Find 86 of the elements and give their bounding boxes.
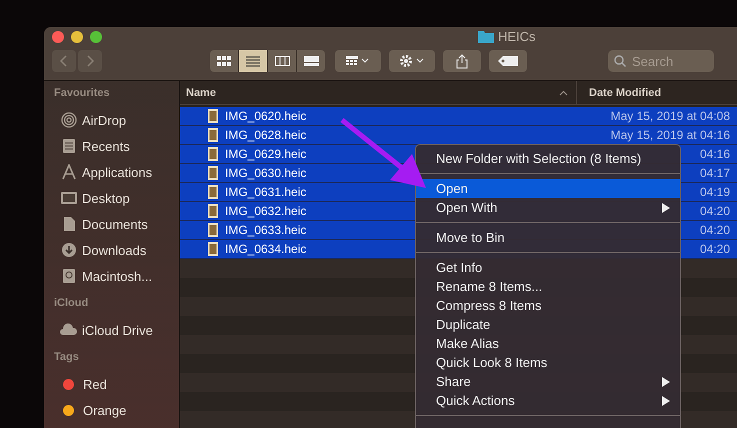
file-name: IMG_0630.heic	[225, 166, 306, 180]
minimize-button[interactable]	[71, 31, 83, 43]
menu-item[interactable]: Quick Actions	[416, 391, 680, 410]
image-file-icon	[208, 223, 218, 237]
date-cell: 04:20	[700, 204, 730, 218]
list-icon	[246, 56, 260, 66]
forward-button[interactable]	[78, 50, 102, 72]
list-view-button[interactable]	[239, 50, 267, 72]
sidebar-item[interactable]: Desktop	[60, 185, 179, 211]
date-cell: May 15, 2019 at 04:16	[610, 128, 730, 142]
zoom-button[interactable]	[90, 31, 102, 43]
search-field[interactable]: Search	[608, 50, 714, 72]
grid-icon	[217, 56, 231, 66]
file-row[interactable]: IMG_0620.heic May 15, 2019 at 04:08	[180, 107, 737, 126]
sidebar-heading: Favourites	[54, 87, 111, 101]
sidebar-item[interactable]: Downloads	[60, 237, 179, 263]
menu-item[interactable]: New Folder with Selection (8 Items)	[416, 149, 680, 168]
date-cell: 04:20	[700, 242, 730, 256]
sidebar-item[interactable]: iCloud Drive	[60, 317, 179, 343]
gallery-view-button[interactable]	[297, 50, 325, 72]
airdrop-icon	[60, 112, 78, 128]
sidebar-item[interactable]: Applications	[60, 159, 179, 185]
columns-view-button[interactable]	[268, 50, 296, 72]
file-name: IMG_0634.heic	[225, 242, 306, 256]
menu-item[interactable]: Rename 8 Items...	[416, 277, 680, 296]
menu-item[interactable]: Share	[416, 372, 680, 391]
image-file-icon	[208, 242, 218, 256]
date-column-header[interactable]: Date Modified	[577, 81, 662, 104]
menu-item[interactable]: Move to Bin	[416, 228, 680, 247]
cloud-icon	[60, 322, 78, 338]
sort-caret-icon	[559, 90, 568, 96]
gallery-icon	[304, 56, 318, 66]
tag-button[interactable]	[489, 50, 527, 72]
name-column-header[interactable]: Name	[180, 81, 577, 104]
sidebar-item[interactable]: Recents	[60, 133, 179, 159]
date-cell: 04:20	[700, 223, 730, 237]
group-button[interactable]	[335, 50, 381, 72]
share-icon	[456, 54, 468, 68]
sidebar-item[interactable]: AirDrop	[60, 107, 179, 133]
date-cell: 04:17	[700, 166, 730, 180]
date-cell: 04:19	[700, 185, 730, 199]
sidebar-heading: Tags	[54, 351, 80, 365]
chevron-left-icon	[60, 55, 68, 67]
menu-item[interactable]: Duplicate	[416, 315, 680, 334]
settings-button[interactable]	[389, 50, 435, 72]
file-name: IMG_0631.heic	[225, 185, 306, 199]
desktop-icon	[60, 190, 78, 206]
image-file-icon	[208, 166, 218, 180]
share-button[interactable]	[443, 50, 481, 72]
back-button[interactable]	[52, 50, 76, 72]
image-file-icon	[208, 128, 218, 142]
file-name: IMG_0620.heic	[225, 109, 306, 123]
icons-view-button[interactable]	[210, 50, 238, 72]
window-title: HEICs	[498, 29, 536, 44]
menu-item[interactable]: Get Info	[416, 258, 680, 277]
group-grid-icon	[346, 56, 370, 66]
sidebar-item[interactable]: Red	[60, 371, 179, 397]
sidebar-item[interactable]: Macintosh...	[60, 263, 179, 289]
menu-item[interactable]: Quick Look 8 Items	[416, 353, 680, 372]
gear-icon	[399, 54, 425, 68]
columns-icon	[274, 56, 290, 66]
date-cell: 04:16	[700, 147, 730, 161]
file-name: IMG_0628.heic	[225, 128, 306, 142]
applications-icon	[60, 164, 78, 180]
file-name: IMG_0633.heic	[225, 223, 306, 237]
image-file-icon	[208, 147, 218, 161]
downloads-icon	[60, 242, 78, 258]
sidebar-item[interactable]: Orange	[60, 397, 179, 423]
sidebar-item[interactable]: Documents	[60, 211, 179, 237]
image-file-icon	[208, 109, 218, 123]
menu-item[interactable]: Open	[416, 179, 680, 198]
file-name: IMG_0632.heic	[225, 204, 306, 218]
date-cell: May 15, 2019 at 04:08	[610, 109, 730, 123]
image-file-icon	[208, 185, 218, 199]
menu-item[interactable]: Compress 8 Items	[416, 296, 680, 315]
menu-item[interactable]: Make Alias	[416, 334, 680, 353]
file-row[interactable]: IMG_0628.heic May 15, 2019 at 04:16	[180, 126, 737, 145]
file-name: IMG_0629.heic	[225, 147, 306, 161]
close-button[interactable]	[52, 31, 64, 43]
recents-icon	[60, 138, 78, 154]
submenu-arrow-icon	[662, 202, 670, 212]
image-file-icon	[208, 204, 218, 218]
folder-icon	[478, 30, 494, 43]
sidebar-heading: iCloud	[54, 297, 90, 311]
chevron-right-icon	[86, 55, 94, 67]
tag-icon	[498, 56, 518, 66]
